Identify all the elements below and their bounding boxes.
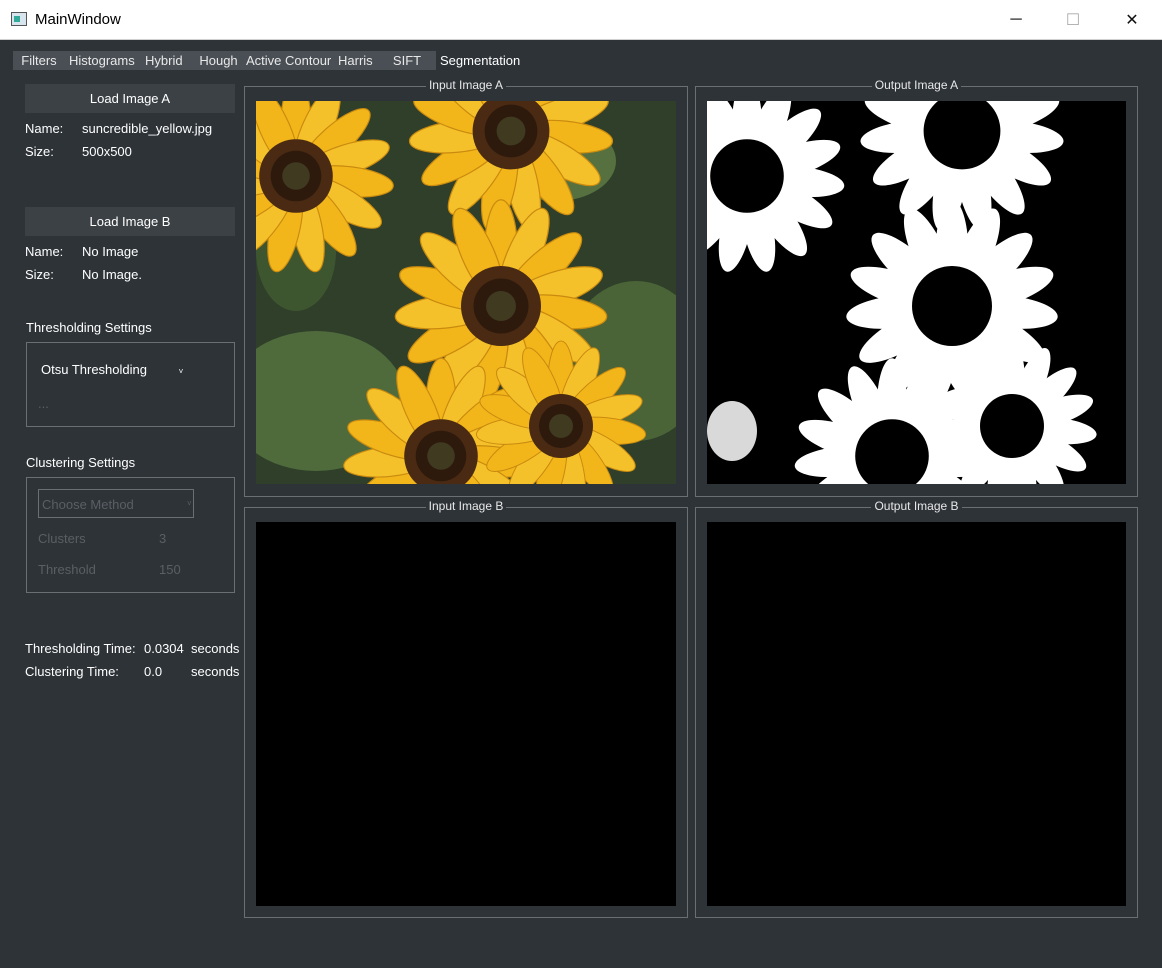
input-image-a-title: Input Image A: [245, 78, 687, 92]
image-b-name-label: Name:: [25, 244, 64, 259]
output-image-a-view: [707, 101, 1126, 484]
tab-segmentation[interactable]: Segmentation: [436, 51, 524, 70]
input-image-a-view: [256, 101, 676, 484]
thresholding-extra-field: ...: [38, 396, 49, 411]
image-a-name-label: Name:: [25, 121, 64, 136]
thresholding-time-unit: seconds: [191, 641, 240, 656]
threshold-spinbox: 150: [159, 562, 181, 577]
output-image-b-title: Output Image B: [696, 499, 1137, 513]
image-a-size-value: 500x500: [82, 144, 132, 159]
tab-harris[interactable]: Harris: [334, 51, 378, 70]
input-image-b-title: Input Image B: [245, 499, 687, 513]
window-title: MainWindow: [35, 11, 121, 28]
title-bar: MainWindow ─ ☐ ✕: [0, 0, 1162, 40]
app-icon: [11, 12, 27, 26]
output-image-b-view: [707, 522, 1126, 906]
image-a-name-value: suncredible_yellow.jpg: [82, 121, 213, 136]
clusters-label: Clusters: [38, 531, 86, 546]
clustering-settings-title: Clustering Settings: [26, 455, 136, 470]
clustering-method-select[interactable]: Choose Method ˅: [38, 489, 194, 518]
load-image-a-button[interactable]: Load Image A: [25, 84, 235, 113]
maximize-button[interactable]: ☐: [1050, 0, 1096, 39]
image-b-name-value: No Image: [82, 244, 139, 259]
clustering-time-unit: seconds: [191, 664, 240, 679]
image-a-size-label: Size:: [25, 144, 54, 159]
tab-hough[interactable]: Hough: [195, 51, 242, 70]
close-button[interactable]: ✕: [1109, 0, 1155, 39]
clustering-time-label: Clustering Time:: [25, 664, 119, 679]
clustering-time-value: 0.0: [144, 664, 163, 679]
clusters-spinbox: 3: [159, 531, 167, 546]
tab-bar: Filters Histograms Hybrid Hough Active C…: [13, 51, 524, 70]
tab-filters[interactable]: Filters: [13, 51, 65, 70]
chevron-down-icon: ˅: [187, 499, 192, 508]
output-image-a-title: Output Image A: [696, 78, 1137, 92]
image-b-size-value: No Image.: [82, 267, 142, 282]
input-image-b-view: [256, 522, 676, 906]
threshold-label: Threshold: [38, 562, 96, 577]
minimize-button[interactable]: ─: [993, 0, 1039, 39]
thresholding-settings-title: Thresholding Settings: [26, 320, 152, 335]
thresholding-time-label: Thresholding Time:: [25, 641, 136, 656]
tab-sift[interactable]: SIFT: [378, 51, 436, 70]
thresholding-method-select[interactable]: Otsu Thresholding ˅: [41, 362, 183, 377]
image-b-size-label: Size:: [25, 267, 54, 282]
chevron-down-icon: ˅: [178, 367, 184, 376]
tab-hybrid[interactable]: Hybrid: [141, 51, 195, 70]
clustering-method-placeholder: Choose Method: [42, 497, 134, 512]
thresholding-method-value: Otsu Thresholding: [41, 362, 147, 377]
tab-active-contour[interactable]: Active Contour: [242, 51, 334, 70]
tab-histograms[interactable]: Histograms: [65, 51, 141, 70]
thresholding-settings-group: [26, 342, 235, 427]
load-image-b-button[interactable]: Load Image B: [25, 207, 235, 236]
thresholding-time-value: 0.0304: [144, 641, 184, 656]
